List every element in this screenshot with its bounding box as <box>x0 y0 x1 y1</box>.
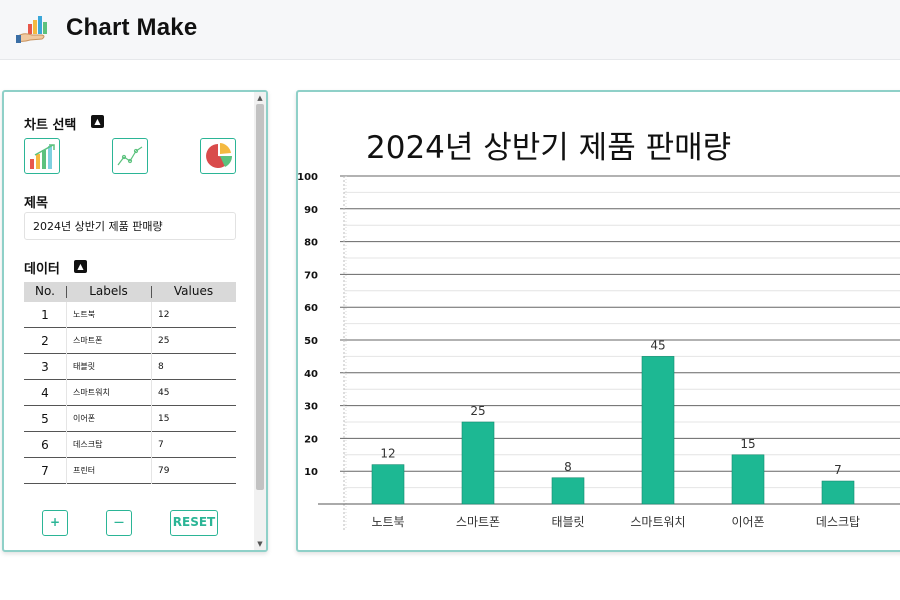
data-label: 15 <box>740 437 755 451</box>
row-value-cell[interactable]: 45 <box>151 380 236 406</box>
x-tick-label: 스마트폰 <box>456 515 500 529</box>
pie-chart-type-icon <box>206 143 233 168</box>
y-tick-label: 40 <box>304 369 318 380</box>
bar <box>371 464 405 505</box>
row-value-cell[interactable]: 25 <box>151 328 236 354</box>
row-label-cell[interactable]: 스마트폰 <box>66 328 151 354</box>
column-header-labels: Labels <box>89 284 128 298</box>
x-tick-label: 이어폰 <box>731 515 764 529</box>
x-tick-label: 태블릿 <box>551 515 584 529</box>
table-header: No. Labels Values <box>24 282 236 302</box>
bar-chart: 10 20 30 40 50 60 70 80 90 100 12 노트북 25 스마트폰 8 태블릿 45 스마… <box>298 172 900 530</box>
data-label: 12 <box>380 447 395 461</box>
column-header-no: No. <box>35 284 55 298</box>
title-input[interactable] <box>24 212 236 240</box>
app-header: Chart Make <box>0 0 900 60</box>
y-tick-label: 100 <box>298 172 318 183</box>
row-number: 4 <box>41 386 49 400</box>
reset-button[interactable]: RESET <box>170 510 218 536</box>
row-number: 2 <box>41 334 49 348</box>
add-row-button[interactable]: + <box>42 510 68 536</box>
table-row[interactable]: 1 노트북 12 <box>24 302 236 328</box>
data-label: 7 <box>834 463 842 477</box>
chart-panel: 2024년 상반기 제품 판매량 10 20 30 40 50 60 70 80 90 100 12… <box>296 90 900 552</box>
table-row[interactable]: 6 데스크탑 7 <box>24 432 236 458</box>
hand-chart-logo-icon <box>16 16 47 43</box>
row-number: 3 <box>41 360 49 374</box>
table-row[interactable]: 4 스마트워치 45 <box>24 380 236 406</box>
bar <box>461 421 495 505</box>
row-number: 6 <box>41 438 49 452</box>
row-label-cell[interactable]: 이어폰 <box>66 406 151 432</box>
row-label-cell[interactable]: 태블릿 <box>66 354 151 380</box>
y-tick-label: 90 <box>304 205 318 216</box>
y-tick-label: 20 <box>304 434 318 445</box>
app-title: Chart Make <box>66 14 198 41</box>
y-tick-label: 10 <box>304 467 318 478</box>
row-label-cell[interactable]: 노트북 <box>66 302 151 328</box>
row-label-cell[interactable]: 스마트워치 <box>66 380 151 406</box>
bar <box>551 477 585 505</box>
scroll-thumb[interactable] <box>256 104 264 490</box>
row-value-cell[interactable]: 15 <box>151 406 236 432</box>
y-tick-label: 30 <box>304 402 318 413</box>
line-chart-type-icon <box>117 146 143 166</box>
row-number: 5 <box>41 412 49 426</box>
scroll-up-icon[interactable]: ▲ <box>254 93 266 103</box>
data-table: No. Labels Values 1 노트북 12 2 스마트폰 25 3 태블릿 8 4 스마트… <box>24 282 236 484</box>
table-row[interactable]: 3 태블릿 8 <box>24 354 236 380</box>
remove-row-button[interactable]: — <box>106 510 132 536</box>
column-header-values: Values <box>173 284 214 298</box>
scroll-down-icon[interactable]: ▼ <box>254 539 266 549</box>
panel-scrollbar[interactable]: ▲ ▼ <box>254 92 266 550</box>
data-label: 25 <box>470 404 485 418</box>
bar-chart-type-button[interactable] <box>24 138 60 174</box>
chart-select-label: 차트 선택 <box>24 118 77 133</box>
row-value-cell[interactable]: 79 <box>151 458 236 484</box>
row-value-cell[interactable]: 12 <box>151 302 236 328</box>
row-value-cell[interactable]: 8 <box>151 354 236 380</box>
title-label: 제목 <box>24 196 48 211</box>
bar <box>641 356 675 505</box>
y-tick-label: 80 <box>304 238 318 249</box>
row-value-cell[interactable]: 7 <box>151 432 236 458</box>
row-number: 7 <box>41 464 49 478</box>
row-number: 1 <box>41 308 49 322</box>
bar <box>731 454 765 505</box>
table-row[interactable]: 7 프린터 79 <box>24 458 236 484</box>
collapse-toggle-icon[interactable]: ▲ <box>91 115 104 128</box>
settings-panel: 차트 선택 ▲ 제목 데이터 ▲ No. <box>2 90 268 552</box>
bar <box>821 480 855 505</box>
table-row[interactable]: 2 스마트폰 25 <box>24 328 236 354</box>
collapse-toggle-icon[interactable]: ▲ <box>74 260 87 273</box>
data-label: 45 <box>650 338 665 352</box>
y-tick-label: 70 <box>304 270 318 281</box>
table-row[interactable]: 5 이어폰 15 <box>24 406 236 432</box>
pie-chart-type-button[interactable] <box>200 138 236 174</box>
x-tick-label: 데스크탑 <box>816 515 860 529</box>
row-label-cell[interactable]: 프린터 <box>66 458 151 484</box>
line-chart-type-button[interactable] <box>112 138 148 174</box>
row-label-cell[interactable]: 데스크탑 <box>66 432 151 458</box>
y-tick-label: 60 <box>304 303 318 314</box>
y-tick-label: 50 <box>304 336 318 347</box>
data-label: 8 <box>564 460 572 474</box>
x-tick-label: 스마트워치 <box>630 515 685 529</box>
data-label: 데이터 <box>24 262 60 277</box>
bar-chart-type-icon <box>30 144 55 169</box>
x-tick-label: 노트북 <box>371 515 404 529</box>
